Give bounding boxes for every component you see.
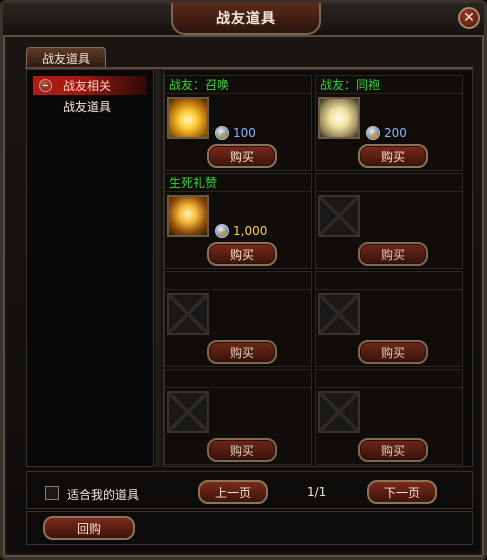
robe-item-icon[interactable]: [318, 97, 360, 139]
empty-slot-icon: [167, 293, 209, 335]
buyback-bar: 回购: [26, 511, 473, 545]
buy-button[interactable]: 购买: [207, 242, 277, 266]
silver-coin-icon: [366, 126, 380, 140]
gift-item-icon[interactable]: [167, 195, 209, 237]
close-icon: ✕: [463, 10, 475, 26]
category-sidebar: 战友相关 战友道具: [26, 69, 154, 467]
item-price: 200: [384, 126, 407, 140]
empty-slot-icon: [318, 195, 360, 237]
empty-slot-icon: [318, 293, 360, 335]
pagination-bar: 适合我的道具 上一页 1/1 下一页: [26, 471, 473, 509]
buy-button[interactable]: 购买: [358, 242, 428, 266]
sidebar-item-label: 战友道具: [63, 100, 112, 114]
item-name: 战友：召唤: [165, 76, 311, 94]
silver-coin-icon: [215, 126, 229, 140]
checkbox-label: 适合我的道具: [67, 488, 140, 502]
sidebar-item-label: 战友相关: [63, 79, 112, 93]
buy-button[interactable]: 购买: [207, 144, 277, 168]
window-title: 战友道具: [216, 11, 276, 27]
buyback-button[interactable]: 回购: [43, 516, 135, 540]
suitable-items-checkbox[interactable]: [45, 486, 59, 500]
tab-companion-items[interactable]: 战友道具: [26, 47, 106, 68]
shop-item-cell-empty: 购买: [315, 271, 463, 367]
buy-button[interactable]: 购买: [207, 438, 277, 462]
close-button[interactable]: ✕: [458, 7, 480, 29]
item-price: 1,000: [233, 224, 268, 238]
title-bar: 战友道具 ✕: [3, 3, 484, 37]
shop-item-cell: 战友：同袍 200 购买: [315, 75, 463, 171]
item-name: 生死礼赞: [165, 174, 311, 192]
shop-item-cell-empty: 购买: [164, 369, 312, 465]
collapse-icon[interactable]: [39, 79, 52, 92]
title-plate: 战友道具: [171, 3, 321, 35]
item-name: [316, 272, 462, 290]
sidebar-item-companion-items[interactable]: 战友道具: [33, 97, 147, 116]
item-shop-window: 战友道具 ✕ 战友道具 战友相关 战友道具 战友：召唤 100 购买 战友：同袍…: [0, 0, 487, 560]
next-page-button[interactable]: 下一页: [367, 480, 437, 504]
empty-slot-icon: [318, 391, 360, 433]
item-name: [165, 272, 311, 290]
empty-slot-icon: [167, 391, 209, 433]
buy-button[interactable]: 购买: [358, 144, 428, 168]
item-name: [316, 370, 462, 388]
shop-item-cell-empty: 购买: [315, 173, 463, 269]
shop-item-cell-empty: 购买: [315, 369, 463, 465]
buy-button[interactable]: 购买: [358, 438, 428, 462]
buy-button[interactable]: 购买: [358, 340, 428, 364]
item-name: 战友：同袍: [316, 76, 462, 94]
shop-item-cell-empty: 购买: [164, 271, 312, 367]
item-name: [316, 174, 462, 192]
buy-button[interactable]: 购买: [207, 340, 277, 364]
page-indicator: 1/1: [307, 485, 327, 499]
gold-coin-icon: [215, 224, 229, 238]
shop-item-cell: 生死礼赞 1,000 购买: [164, 173, 312, 269]
item-price: 100: [233, 126, 256, 140]
prev-page-button[interactable]: 上一页: [198, 480, 268, 504]
summon-item-icon[interactable]: [167, 97, 209, 139]
shop-item-cell: 战友：召唤 100 购买: [164, 75, 312, 171]
item-name: [165, 370, 311, 388]
grid-scrollbar[interactable]: [156, 69, 164, 467]
sidebar-item-companion-related[interactable]: 战友相关: [33, 76, 147, 95]
